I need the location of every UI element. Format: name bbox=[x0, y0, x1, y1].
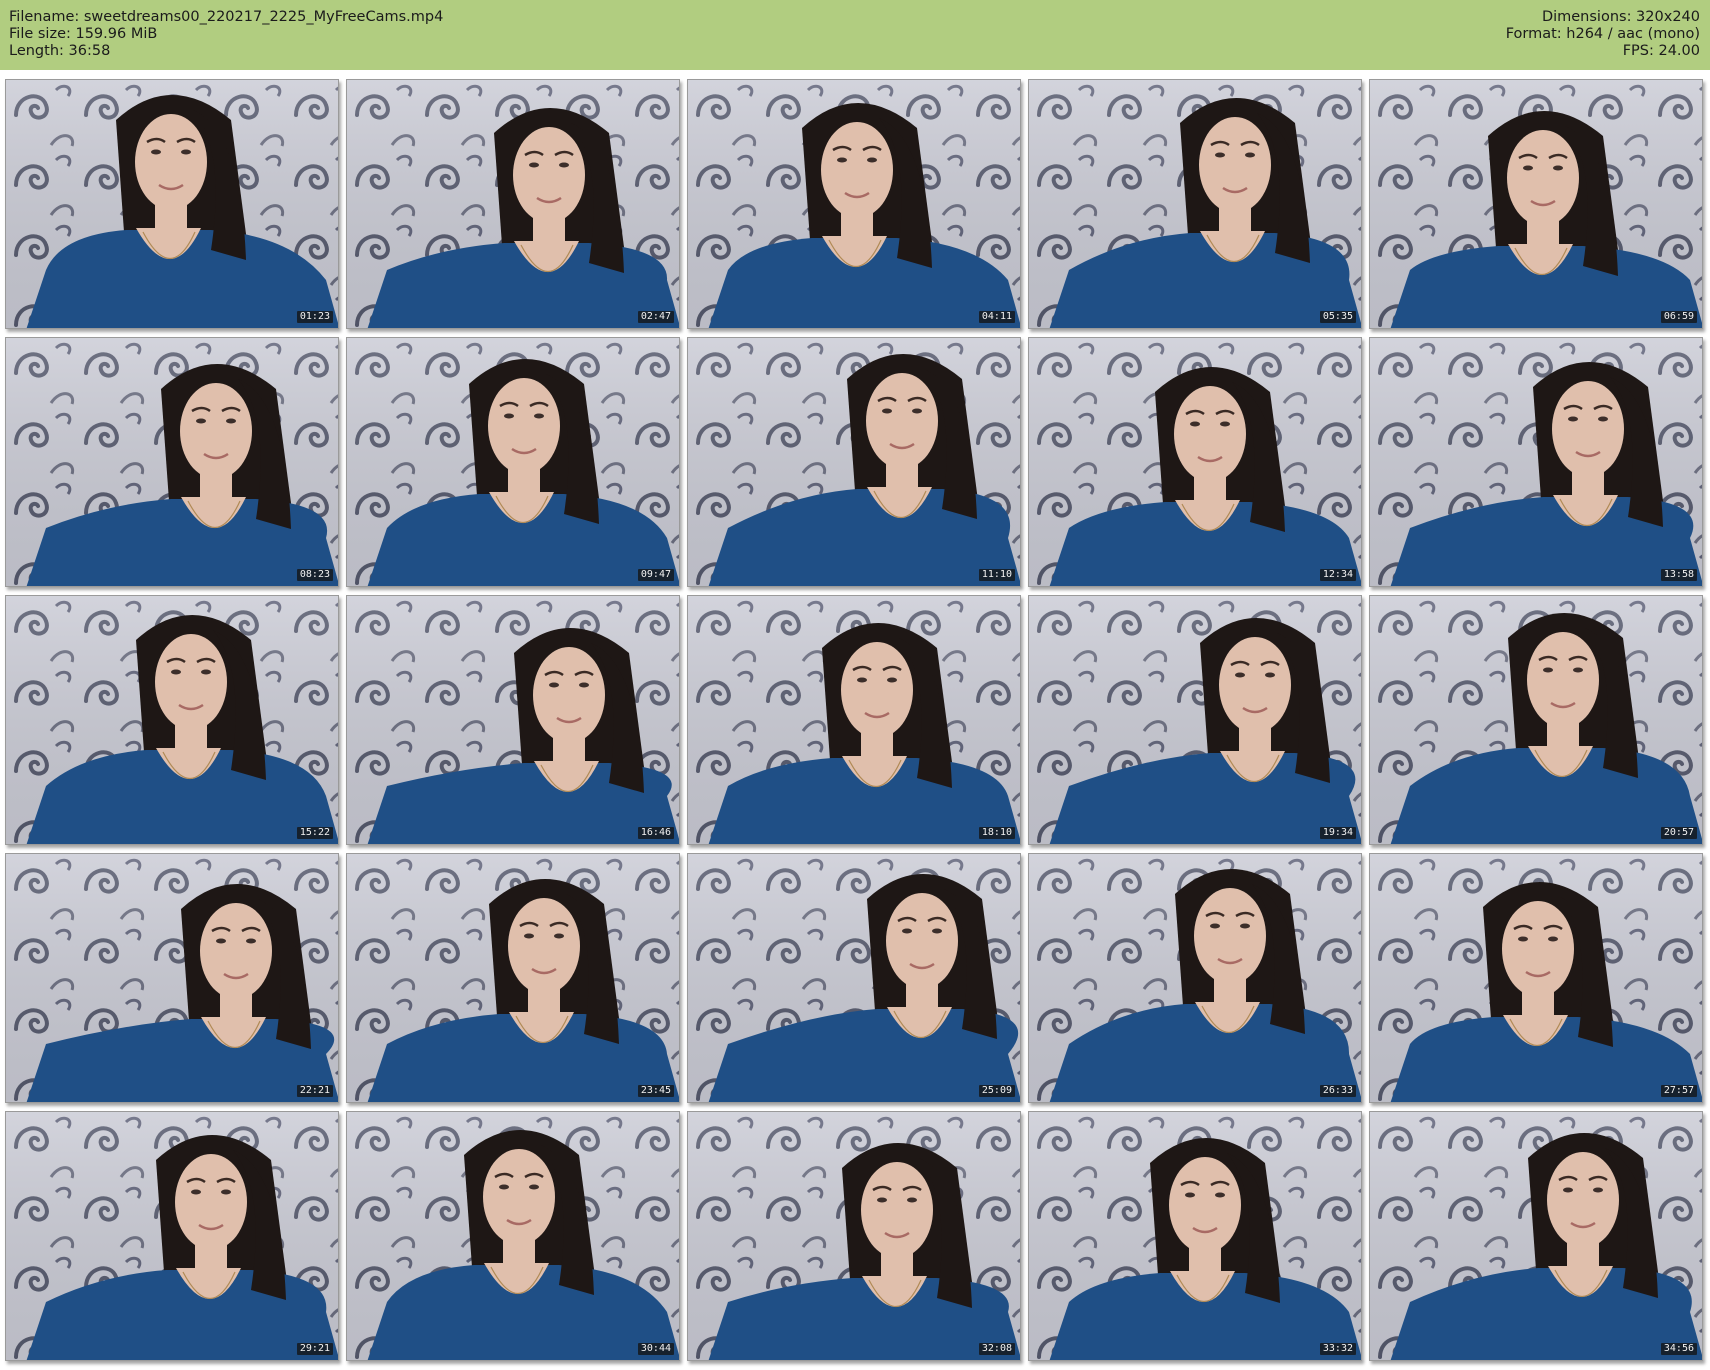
timestamp-label: 06:59 bbox=[1660, 311, 1697, 323]
timestamp-label: 02:47 bbox=[637, 311, 674, 323]
timestamp-label: 13:58 bbox=[1660, 569, 1697, 581]
frame-image bbox=[6, 1112, 338, 1360]
frame-image bbox=[1029, 596, 1361, 844]
filesize-text: File size: 159.96 MiB bbox=[9, 26, 158, 42]
timestamp-label: 22:21 bbox=[296, 1085, 333, 1097]
video-thumbnail[interactable]: 23:45 bbox=[346, 853, 680, 1103]
video-thumbnail[interactable]: 22:21 bbox=[5, 853, 339, 1103]
timestamp-label: 05:35 bbox=[1319, 311, 1356, 323]
timestamp-label: 34:56 bbox=[1660, 1343, 1697, 1355]
frame-image bbox=[1370, 596, 1702, 844]
timestamp-label: 04:11 bbox=[978, 311, 1015, 323]
timestamp-label: 32:08 bbox=[978, 1343, 1015, 1355]
video-thumbnail[interactable]: 19:34 bbox=[1028, 595, 1362, 845]
timestamp-label: 25:09 bbox=[978, 1085, 1015, 1097]
frame-image bbox=[1370, 1112, 1702, 1360]
video-thumbnail[interactable]: 09:47 bbox=[346, 337, 680, 587]
video-thumbnail[interactable]: 04:11 bbox=[687, 79, 1021, 329]
timestamp-label: 29:21 bbox=[296, 1343, 333, 1355]
timestamp-label: 33:32 bbox=[1319, 1343, 1356, 1355]
frame-image bbox=[1370, 854, 1702, 1102]
frame-image bbox=[347, 854, 679, 1102]
timestamp-label: 27:57 bbox=[1660, 1085, 1697, 1097]
timestamp-label: 20:57 bbox=[1660, 827, 1697, 839]
video-thumbnail[interactable]: 02:47 bbox=[346, 79, 680, 329]
frame-image bbox=[6, 854, 338, 1102]
video-thumbnail[interactable]: 30:44 bbox=[346, 1111, 680, 1361]
frame-image bbox=[1029, 80, 1361, 328]
frame-image bbox=[6, 338, 338, 586]
video-thumbnail[interactable]: 34:56 bbox=[1369, 1111, 1703, 1361]
timestamp-label: 23:45 bbox=[637, 1085, 674, 1097]
frame-image bbox=[347, 1112, 679, 1360]
frame-image bbox=[6, 596, 338, 844]
video-thumbnail[interactable]: 33:32 bbox=[1028, 1111, 1362, 1361]
timestamp-label: 11:10 bbox=[978, 569, 1015, 581]
video-thumbnail[interactable]: 11:10 bbox=[687, 337, 1021, 587]
frame-image bbox=[347, 80, 679, 328]
video-thumbnail[interactable]: 18:10 bbox=[687, 595, 1021, 845]
video-thumbnail[interactable]: 13:58 bbox=[1369, 337, 1703, 587]
timestamp-label: 16:46 bbox=[637, 827, 674, 839]
video-thumbnail[interactable]: 25:09 bbox=[687, 853, 1021, 1103]
timestamp-label: 15:22 bbox=[296, 827, 333, 839]
timestamp-label: 30:44 bbox=[637, 1343, 674, 1355]
filename-text: Filename: sweetdreams00_220217_2225_MyFr… bbox=[9, 9, 444, 25]
frame-image bbox=[1029, 338, 1361, 586]
video-thumbnail[interactable]: 20:57 bbox=[1369, 595, 1703, 845]
file-info-left: Filename: sweetdreams00_220217_2225_MyFr… bbox=[9, 9, 443, 60]
frame-image bbox=[1029, 854, 1361, 1102]
video-thumbnail[interactable]: 16:46 bbox=[346, 595, 680, 845]
video-thumbnail[interactable]: 32:08 bbox=[687, 1111, 1021, 1361]
timestamp-label: 09:47 bbox=[637, 569, 674, 581]
video-thumbnail[interactable]: 08:23 bbox=[5, 337, 339, 587]
timestamp-label: 08:23 bbox=[296, 569, 333, 581]
video-thumbnail[interactable]: 26:33 bbox=[1028, 853, 1362, 1103]
timestamp-label: 26:33 bbox=[1319, 1085, 1356, 1097]
timestamp-label: 01:23 bbox=[296, 311, 333, 323]
frame-image bbox=[1370, 338, 1702, 586]
format-text: Format: h264 / aac (mono) bbox=[1505, 26, 1700, 42]
info-header: Filename: sweetdreams00_220217_2225_MyFr… bbox=[0, 0, 1710, 70]
frame-image bbox=[688, 80, 1020, 328]
dimensions-text: Dimensions: 320x240 bbox=[1541, 9, 1700, 25]
timestamp-label: 12:34 bbox=[1319, 569, 1356, 581]
timestamp-label: 18:10 bbox=[978, 827, 1015, 839]
frame-image bbox=[688, 854, 1020, 1102]
frame-image bbox=[1370, 80, 1702, 328]
video-thumbnail[interactable]: 01:23 bbox=[5, 79, 339, 329]
video-thumbnail[interactable]: 05:35 bbox=[1028, 79, 1362, 329]
timestamp-label: 19:34 bbox=[1319, 827, 1356, 839]
frame-image bbox=[688, 596, 1020, 844]
frame-image bbox=[688, 1112, 1020, 1360]
video-thumbnail[interactable]: 12:34 bbox=[1028, 337, 1362, 587]
frame-image bbox=[6, 80, 338, 328]
fps-text: FPS: 24.00 bbox=[1622, 43, 1700, 59]
length-text: Length: 36:58 bbox=[9, 43, 111, 59]
video-thumbnail[interactable]: 27:57 bbox=[1369, 853, 1703, 1103]
frame-image bbox=[347, 338, 679, 586]
thumbnail-grid: 01:23 02:47 04:11 05:35 06:59 08:23 09:47 11:10… bbox=[0, 70, 1710, 1370]
video-thumbnail[interactable]: 06:59 bbox=[1369, 79, 1703, 329]
frame-image bbox=[1029, 1112, 1361, 1360]
frame-image bbox=[347, 596, 679, 844]
file-info-right: Dimensions: 320x240 Format: h264 / aac (… bbox=[1506, 9, 1700, 60]
frame-image bbox=[688, 338, 1020, 586]
video-thumbnail[interactable]: 29:21 bbox=[5, 1111, 339, 1361]
video-thumbnail[interactable]: 15:22 bbox=[5, 595, 339, 845]
